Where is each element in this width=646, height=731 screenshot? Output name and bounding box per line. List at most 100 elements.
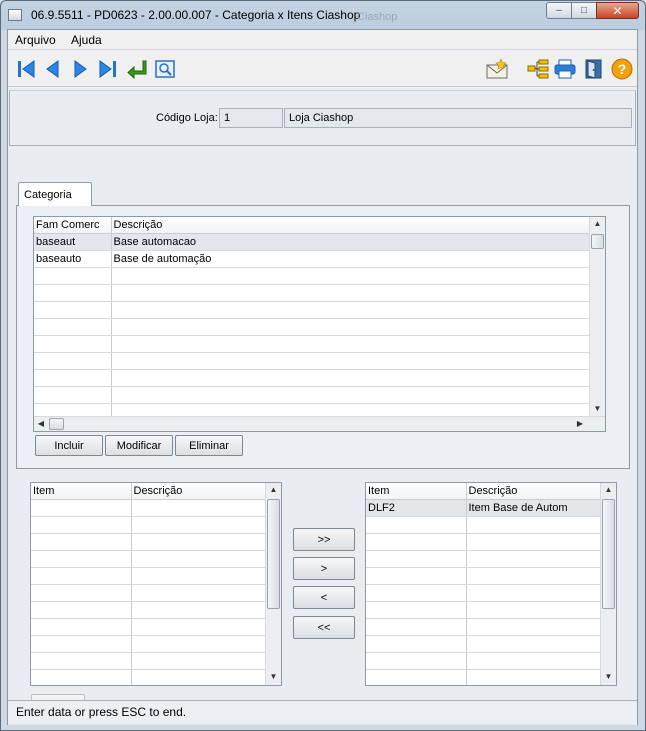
empty-table-row[interactable] — [366, 635, 603, 653]
empty-table-row[interactable] — [34, 301, 592, 319]
categoria-horizontal-scrollbar[interactable]: ◀ ▶ — [34, 416, 605, 431]
close-button[interactable]: ✕ — [596, 2, 639, 19]
exit-icon[interactable] — [582, 57, 606, 81]
empty-table-row[interactable] — [366, 584, 603, 602]
print-icon[interactable] — [553, 57, 577, 81]
empty-table-row[interactable] — [31, 601, 268, 619]
remove-button[interactable]: < — [293, 586, 355, 609]
empty-table-row[interactable] — [31, 499, 268, 517]
empty-table-row[interactable] — [34, 284, 592, 302]
incluir-button[interactable]: Incluir — [35, 435, 103, 456]
hscroll-thumb[interactable] — [49, 418, 64, 430]
table-cell — [366, 550, 467, 568]
table-cell — [131, 516, 268, 534]
scroll-left-icon[interactable]: ◀ — [34, 417, 48, 431]
selected-vertical-scrollbar[interactable]: ▲ ▼ — [600, 483, 616, 685]
table-cell: baseauto — [34, 250, 112, 268]
modificar-button[interactable]: Modificar — [105, 435, 173, 456]
empty-table-row[interactable] — [31, 550, 268, 568]
scroll-down-icon[interactable]: ▼ — [590, 402, 605, 416]
empty-table-row[interactable] — [34, 267, 592, 285]
scroll-thumb[interactable] — [591, 234, 604, 249]
menu-arquivo[interactable]: Arquivo — [15, 33, 56, 47]
tab-categoria[interactable]: Categoria — [18, 182, 92, 206]
scroll-up-icon[interactable]: ▲ — [601, 483, 616, 497]
empty-table-row[interactable] — [34, 335, 592, 353]
add-button[interactable]: > — [293, 557, 355, 580]
next-record-icon[interactable] — [68, 57, 92, 81]
remove-all-button[interactable]: << — [293, 616, 355, 639]
empty-table-row[interactable] — [34, 318, 592, 336]
empty-table-row[interactable] — [31, 533, 268, 551]
mail-icon[interactable] — [485, 57, 509, 81]
empty-table-row[interactable] — [366, 567, 603, 585]
scroll-down-icon[interactable]: ▼ — [266, 670, 281, 684]
empty-table-row[interactable] — [31, 669, 268, 685]
scroll-up-icon[interactable]: ▲ — [266, 483, 281, 497]
app-icon — [8, 9, 22, 21]
maximize-button[interactable]: □ — [571, 2, 597, 19]
table-cell — [111, 267, 592, 285]
goto-icon[interactable] — [125, 57, 149, 81]
empty-table-row[interactable] — [366, 618, 603, 636]
codigo-loja-label: Código Loja: — [156, 112, 218, 124]
empty-table-row[interactable] — [34, 386, 592, 404]
empty-table-row[interactable] — [34, 352, 592, 370]
client-area: Arquivo Ajuda ? Código Loja: 1 Loja Cias… — [7, 29, 638, 725]
empty-table-row[interactable] — [31, 618, 268, 636]
status-bar: Enter data or press ESC to end. — [8, 700, 637, 724]
column-header-descricao[interactable]: Descrição — [466, 483, 603, 500]
empty-table-row[interactable] — [31, 652, 268, 670]
codigo-loja-field[interactable]: 1 — [219, 108, 283, 128]
scroll-thumb[interactable] — [267, 499, 280, 609]
table-cell — [34, 386, 112, 404]
column-header-item[interactable]: Item — [31, 483, 132, 500]
table-cell — [31, 635, 132, 653]
empty-table-row[interactable] — [366, 516, 603, 534]
empty-table-row[interactable] — [31, 635, 268, 653]
title-bar: 06.9.5511 - PD0623 - 2.00.00.007 - Categ… — [1, 1, 645, 29]
column-header-descricao[interactable]: Descrição — [111, 217, 592, 234]
empty-table-row[interactable] — [366, 652, 603, 670]
available-vertical-scrollbar[interactable]: ▲ ▼ — [265, 483, 281, 685]
empty-table-row[interactable] — [366, 669, 603, 685]
column-header-descricao[interactable]: Descrição — [131, 483, 268, 500]
scroll-up-icon[interactable]: ▲ — [590, 217, 605, 231]
search-icon[interactable] — [153, 57, 177, 81]
table-cell — [366, 601, 467, 619]
table-cell — [34, 318, 112, 336]
empty-table-row[interactable] — [31, 516, 268, 534]
table-row[interactable]: DLF2 Item Base de Autom — [366, 499, 603, 517]
table-cell — [366, 516, 467, 534]
tree-icon[interactable] — [526, 57, 550, 81]
last-record-icon[interactable] — [96, 57, 120, 81]
table-cell — [131, 618, 268, 636]
empty-table-row[interactable] — [366, 550, 603, 568]
eliminar-button[interactable]: Eliminar — [175, 435, 243, 456]
table-cell: Item Base de Autom — [466, 499, 603, 517]
minimize-button[interactable]: – — [546, 2, 572, 19]
table-row[interactable]: baseauto Base de automação — [34, 250, 592, 268]
empty-table-row[interactable] — [366, 601, 603, 619]
table-cell — [366, 533, 467, 551]
empty-table-row[interactable] — [31, 567, 268, 585]
first-record-icon[interactable] — [14, 57, 38, 81]
empty-table-row[interactable] — [366, 533, 603, 551]
add-all-button[interactable]: >> — [293, 528, 355, 551]
menu-ajuda[interactable]: Ajuda — [71, 33, 102, 47]
categoria-grid: Fam Comerc Descrição baseaut Base automac… — [33, 216, 606, 432]
scroll-thumb[interactable] — [602, 499, 615, 609]
prev-record-icon[interactable] — [41, 57, 65, 81]
table-cell — [31, 533, 132, 551]
scroll-right-icon[interactable]: ▶ — [573, 417, 587, 431]
column-header-fam-comerc[interactable]: Fam Comerc — [34, 217, 112, 234]
categoria-vertical-scrollbar[interactable]: ▲ ▼ — [589, 217, 605, 416]
selected-items-table: Item Descrição DLF2 Item Base de Autom — [366, 483, 603, 685]
table-row[interactable]: baseaut Base automacao — [34, 233, 592, 251]
empty-table-row[interactable] — [34, 369, 592, 387]
table-cell — [366, 618, 467, 636]
scroll-down-icon[interactable]: ▼ — [601, 670, 616, 684]
column-header-item[interactable]: Item — [366, 483, 467, 500]
help-icon[interactable]: ? — [610, 57, 634, 81]
empty-table-row[interactable] — [31, 584, 268, 602]
